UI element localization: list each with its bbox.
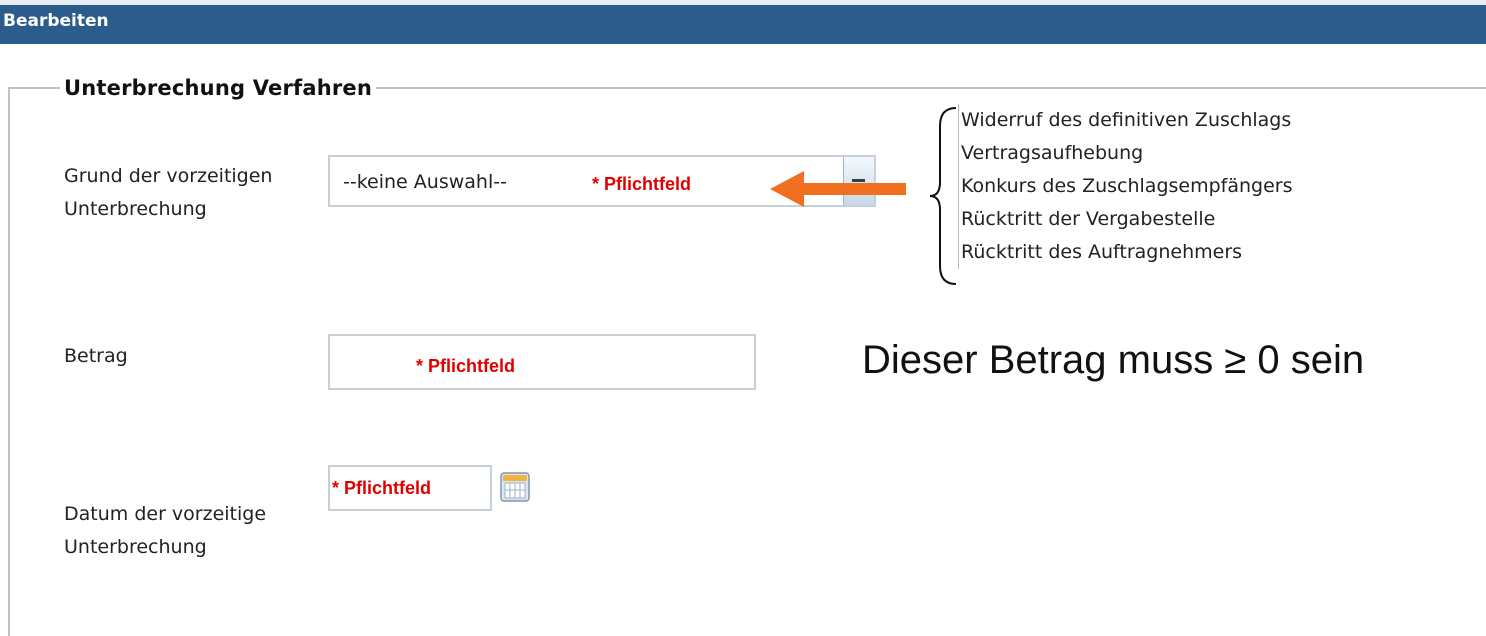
option-item[interactable]: Rücktritt der Vergabestelle [961, 203, 1293, 236]
curly-brace-icon [929, 107, 957, 285]
option-item[interactable]: Vertragsaufhebung [961, 137, 1293, 170]
option-item[interactable]: Rücktritt des Auftragnehmers [961, 236, 1293, 269]
betrag-required-hint: * Pflichtfeld [416, 356, 516, 376]
grund-selected-value: --keine Auswahl-- [343, 171, 507, 193]
betrag-label: Betrag [64, 345, 128, 367]
option-item[interactable]: Konkurs des Zuschlagsempfängers [961, 170, 1293, 203]
betrag-annotation: Dieser Betrag muss ≥ 0 sein [862, 338, 1365, 382]
option-item[interactable]: Widerruf des definitiven Zuschlags [961, 104, 1293, 137]
page-title: Bearbeiten [3, 11, 109, 31]
grund-label: Grund der vorzeitigen Unterbrechung [64, 165, 273, 220]
datum-input[interactable]: * Pflichtfeld [328, 465, 492, 511]
datum-required-hint: * Pflichtfeld [332, 478, 432, 498]
fieldset-legend: Unterbrechung Verfahren [64, 76, 373, 100]
arrow-left-icon [770, 171, 906, 207]
title-bar: Bearbeiten [0, 0, 1486, 44]
grund-options-list: Widerruf des definitiven Zuschlags Vertr… [958, 104, 1293, 269]
betrag-input[interactable]: * Pflichtfeld [328, 334, 756, 390]
grund-required-hint: * Pflichtfeld [592, 174, 692, 194]
calendar-icon[interactable] [500, 472, 530, 502]
datum-label: Datum der vorzeitige Unterbrechung [64, 503, 267, 558]
